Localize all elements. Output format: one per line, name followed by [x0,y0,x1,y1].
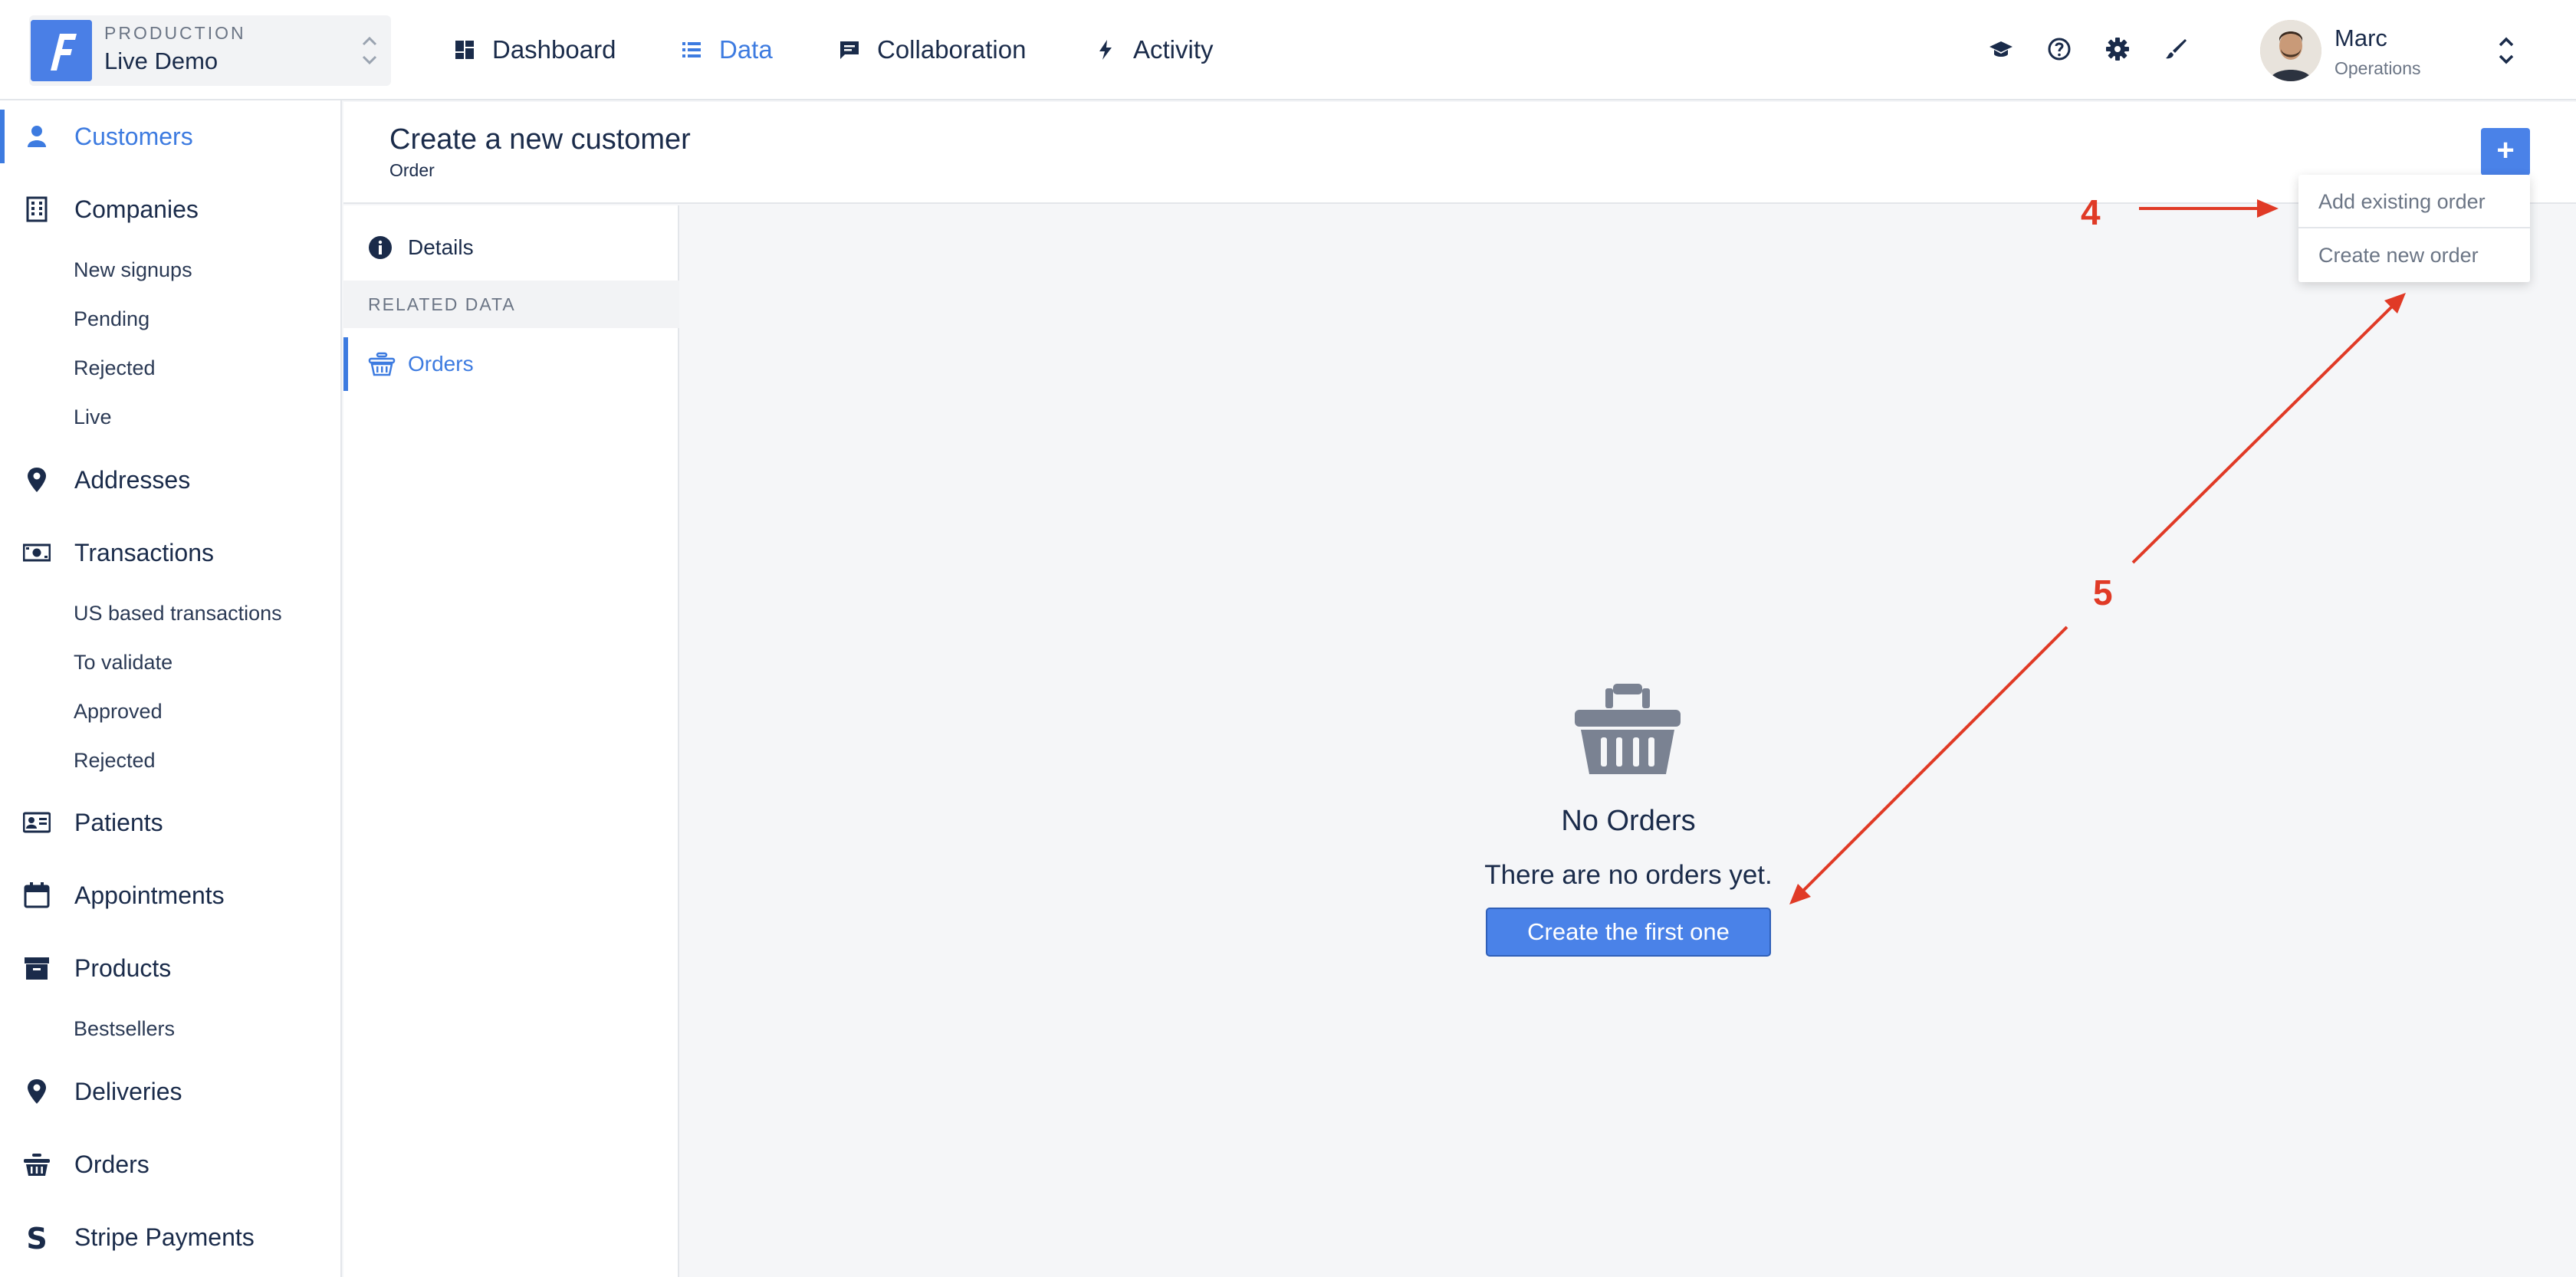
add-button[interactable]: + [2481,128,2530,176]
sidebar-subitem-us-based-transactions[interactable]: US based transactions [74,602,282,625]
menu-item-create-new-order[interactable]: Create new order [2298,228,2530,282]
brush-icon[interactable] [2164,37,2188,61]
sidebar: Customers Companies New signups Pending … [0,100,342,1277]
tab-orders-label: Orders [408,352,474,376]
chevron-up-down-icon [362,36,377,65]
create-first-order-button[interactable]: Create the first one [1486,908,1771,957]
sidebar-item-addresses[interactable]: Addresses [0,453,342,507]
user-name[interactable]: Marc [2334,25,2387,52]
user-avatar[interactable] [2260,20,2321,81]
tab-details[interactable]: Details [343,221,679,274]
map-pin-icon [28,1079,46,1104]
sidebar-item-label: Companies [74,195,199,223]
calendar-icon [24,882,50,908]
basket-icon [1575,684,1681,774]
sidebar-item-label: Customers [74,122,193,150]
sidebar-item-appointments[interactable]: Appointments [0,868,342,922]
annotation-step-4: 4 [2081,192,2101,232]
graduation-cap-icon[interactable] [1989,37,2013,61]
gear-icon[interactable] [2105,37,2130,61]
basket-icon [24,1154,50,1176]
sidebar-item-transactions[interactable]: Transactions [0,526,342,579]
nav-activity[interactable]: Activity [1095,31,1214,69]
tab-orders[interactable]: Orders [343,337,679,391]
sidebar-item-orders[interactable]: Orders [0,1137,342,1191]
sidebar-item-label: Transactions [74,538,214,566]
chevron-up-down-icon[interactable] [2496,34,2516,67]
nav-activity-label: Activity [1133,35,1214,64]
sidebar-subitem-rejected[interactable]: Rejected [74,356,156,380]
money-icon [23,543,51,562]
page-title: Create a new customer [389,123,691,156]
sidebar-item-label: Products [74,954,172,982]
basket-icon [368,352,396,376]
sidebar-item-products[interactable]: Products [0,941,342,995]
sidebar-item-patients[interactable]: Patients [0,796,342,849]
help-icon[interactable] [2047,37,2072,61]
stripe-icon: S [26,1223,47,1251]
related-data-heading: RELATED DATA [343,281,679,328]
nav-dashboard[interactable]: Dashboard [454,31,616,69]
sidebar-subitem-pending[interactable]: Pending [74,307,150,331]
forest-admin-logo [31,20,92,81]
empty-state-description: There are no orders yet. [1484,860,1773,890]
bolt-icon [1099,40,1112,60]
sidebar-item-deliveries[interactable]: Deliveries [0,1065,342,1118]
sidebar-item-customers[interactable]: Customers [0,110,342,163]
annotation-step-5: 5 [2093,573,2113,612]
sidebar-item-label: Deliveries [74,1077,182,1105]
sidebar-subitem-live[interactable]: Live [74,405,112,429]
sidebar-item-label: Patients [74,808,163,836]
sidebar-subitem-bestsellers[interactable]: Bestsellers [74,1017,175,1041]
dashboard-icon [455,41,474,59]
sidebar-item-companies[interactable]: Companies [0,182,342,236]
sidebar-item-label: Addresses [74,465,191,494]
tab-details-label: Details [408,235,474,259]
environment-switcher[interactable]: PRODUCTION Live Demo [29,15,391,86]
environment-name: Live Demo [104,48,219,74]
record-subnav: Details RELATED DATA Orders [343,205,679,1277]
sidebar-item-label: Orders [74,1150,150,1178]
info-icon [369,236,392,259]
nav-data-label: Data [719,35,773,64]
environment-label: PRODUCTION [104,23,246,43]
svg-text:S: S [26,1223,47,1251]
top-bar: PRODUCTION Live Demo Dashboard Data Coll… [0,0,2576,100]
page-subtitle: Order [389,160,435,180]
user-icon [28,126,46,147]
sidebar-item-label: Appointments [74,881,225,909]
sidebar-item-label: Stripe Payments [74,1223,255,1251]
sidebar-subitem-approved[interactable]: Approved [74,700,163,724]
archive-box-icon [25,957,49,980]
page-header: Create a new customer Order + [343,102,2576,204]
nav-data[interactable]: Data [681,31,773,69]
sidebar-item-stripe-payments[interactable]: S Stripe Payments [0,1210,342,1264]
building-icon [26,196,48,222]
sidebar-subitem-rejected[interactable]: Rejected [74,749,156,773]
nav-collaboration[interactable]: Collaboration [839,31,1026,69]
user-role: Operations [2334,58,2421,78]
nav-dashboard-label: Dashboard [492,35,616,64]
sidebar-subitem-to-validate[interactable]: To validate [74,651,172,675]
chat-icon [840,41,859,59]
nav-collaboration-label: Collaboration [877,35,1027,64]
add-order-dropdown: Add existing order Create new order [2298,175,2530,282]
empty-state-title: No Orders [1561,805,1696,837]
id-card-icon [23,812,51,833]
sidebar-subitem-new-signups[interactable]: New signups [74,258,192,282]
list-icon [682,42,701,57]
map-pin-icon [28,468,46,492]
menu-item-add-existing-order[interactable]: Add existing order [2298,175,2530,228]
